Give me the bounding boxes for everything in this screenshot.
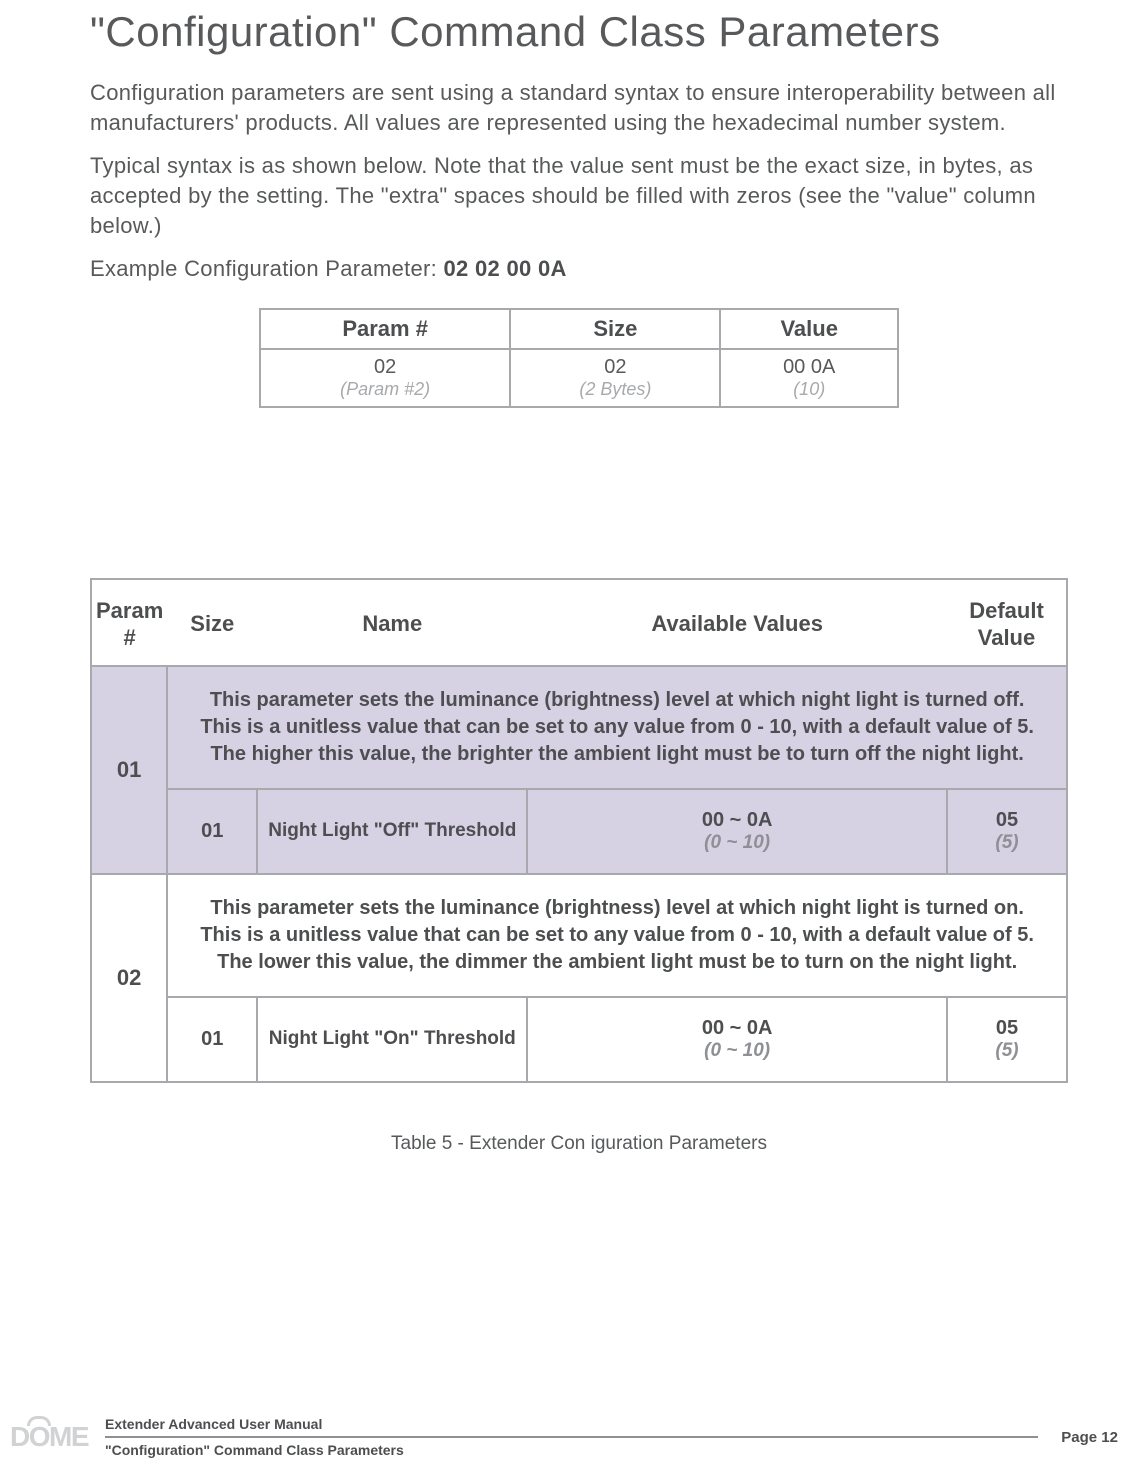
example-value: 02 02 00 0A xyxy=(444,256,567,281)
example-line: Example Configuration Parameter: 02 02 0… xyxy=(90,254,1068,284)
ex-cell-param-bot: (Param #2) xyxy=(271,379,499,400)
ex-cell-value-bot: (10) xyxy=(731,379,887,400)
param-01-description: This parameter sets the luminance (brigh… xyxy=(167,666,1067,789)
page-title: "Configuration" Command Class Parameters xyxy=(90,8,1068,56)
example-table: Param # Size Value 02 (Param #2) 02 (2 B… xyxy=(259,308,899,408)
param-01-default-hex: 05 xyxy=(948,809,1066,832)
ex-cell-size-top: 02 xyxy=(521,356,709,379)
param-01-available-hex: 00 ~ 0A xyxy=(528,809,946,832)
param-02-available-hex: 00 ~ 0A xyxy=(528,1017,946,1040)
param-02-size: 01 xyxy=(167,997,257,1082)
ex-header-value: Value xyxy=(720,309,898,349)
ex-header-param: Param # xyxy=(260,309,510,349)
param-01-available: 00 ~ 0A (0 ~ 10) xyxy=(527,789,947,874)
param-02-available: 00 ~ 0A (0 ~ 10) xyxy=(527,997,947,1082)
ex-cell-value: 00 0A (10) xyxy=(720,349,898,407)
footer-center: Extender Advanced User Manual "Configura… xyxy=(105,1416,1038,1458)
col-header-param: Param # xyxy=(91,579,167,666)
ex-cell-value-top: 00 0A xyxy=(731,356,887,379)
param-02-description: This parameter sets the luminance (brigh… xyxy=(167,874,1067,997)
example-label: Example Configuration Parameter: xyxy=(90,256,444,281)
col-header-size: Size xyxy=(167,579,257,666)
param-02-default-dec: (5) xyxy=(948,1040,1066,1062)
param-01-number: 01 xyxy=(91,666,167,874)
param-01-available-dec: (0 ~ 10) xyxy=(528,832,946,854)
ex-cell-size: 02 (2 Bytes) xyxy=(510,349,720,407)
page-number: Page 12 xyxy=(1038,1429,1118,1446)
intro-paragraph-2: Typical syntax is as shown below. Note t… xyxy=(90,151,1068,240)
ex-cell-param: 02 (Param #2) xyxy=(260,349,510,407)
page-footer: DOME Extender Advanced User Manual "Conf… xyxy=(0,1416,1148,1458)
col-header-available: Available Values xyxy=(527,579,947,666)
ex-cell-size-bot: (2 Bytes) xyxy=(521,379,709,400)
intro-paragraph-1: Configuration parameters are sent using … xyxy=(90,78,1068,137)
parameters-table: Param # Size Name Available Values Defau… xyxy=(90,578,1068,1083)
footer-manual-title: Extender Advanced User Manual xyxy=(105,1416,1038,1438)
param-02-name: Night Light "On" Threshold xyxy=(257,997,527,1082)
param-01-default-dec: (5) xyxy=(948,832,1066,854)
param-02-available-dec: (0 ~ 10) xyxy=(528,1040,946,1062)
ex-header-size: Size xyxy=(510,309,720,349)
col-header-default: Default Value xyxy=(947,579,1067,666)
param-01-size: 01 xyxy=(167,789,257,874)
param-01-name: Night Light "Off" Threshold xyxy=(257,789,527,874)
param-02-default: 05 (5) xyxy=(947,997,1067,1082)
param-01-default: 05 (5) xyxy=(947,789,1067,874)
footer-section-title: "Configuration" Command Class Parameters xyxy=(105,1438,1038,1458)
col-header-name: Name xyxy=(257,579,527,666)
ex-cell-param-top: 02 xyxy=(271,356,499,379)
table-caption: Table 5 - Extender Con iguration Paramet… xyxy=(90,1133,1068,1155)
param-02-number: 02 xyxy=(91,874,167,1082)
param-02-default-hex: 05 xyxy=(948,1017,1066,1040)
dome-logo: DOME xyxy=(10,1421,105,1453)
